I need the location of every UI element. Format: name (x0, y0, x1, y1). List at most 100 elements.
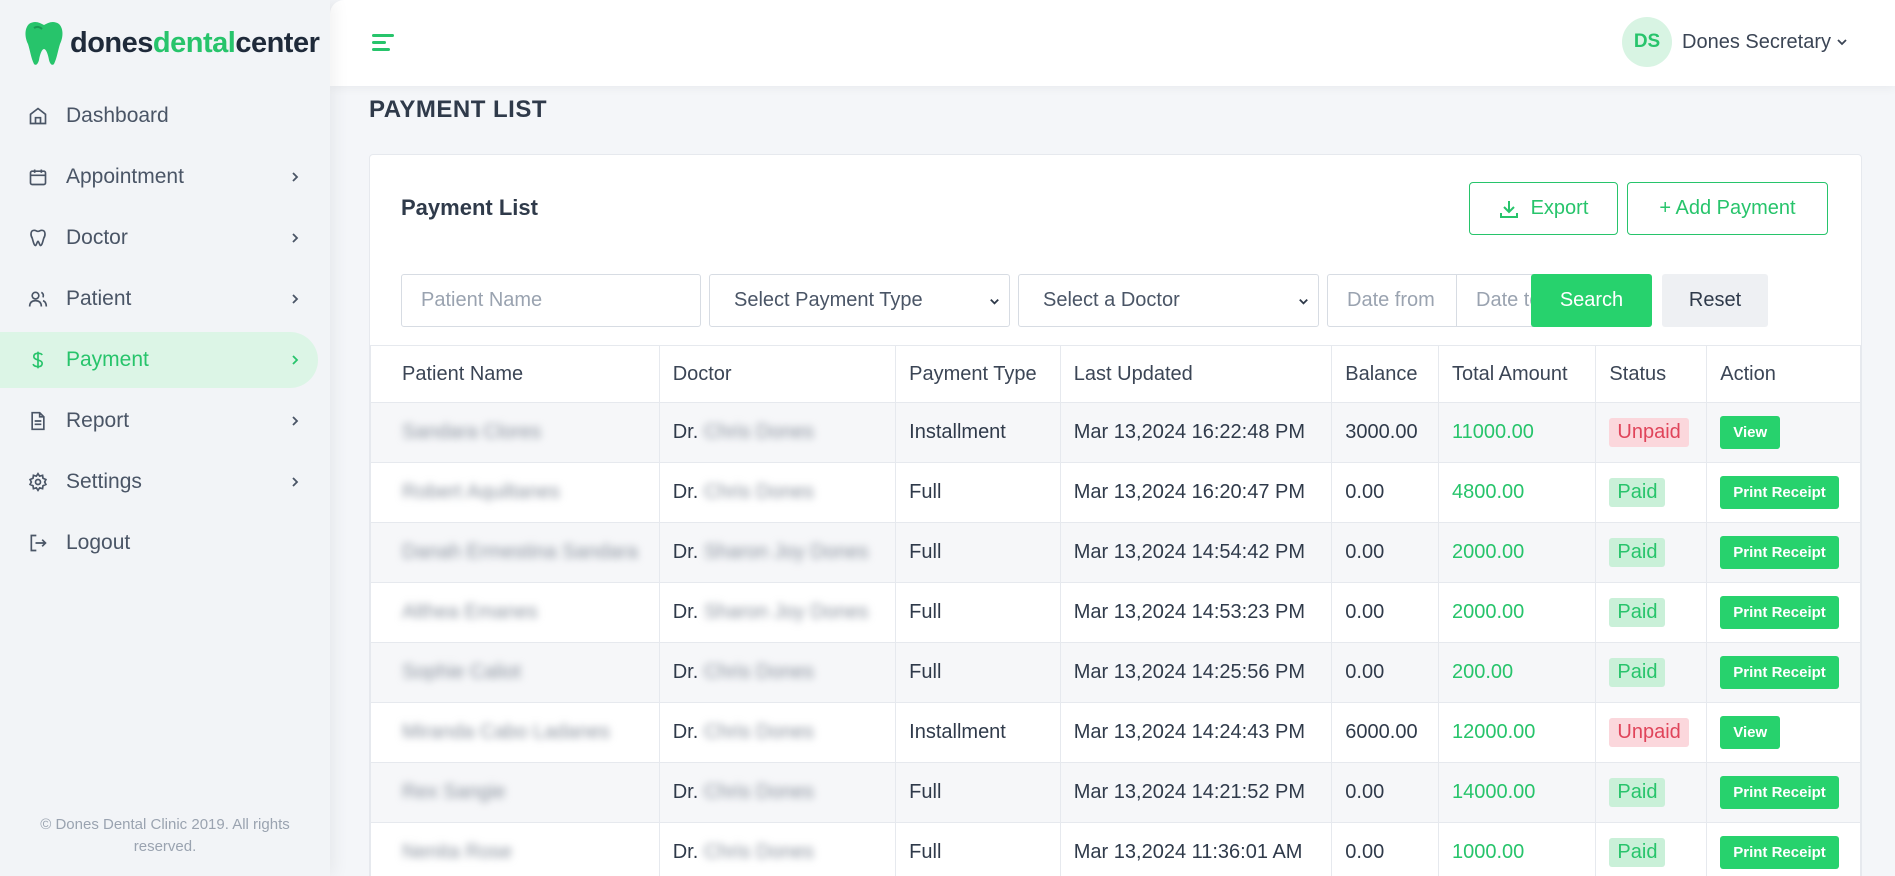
user-name: Dones Secretary (1682, 30, 1831, 53)
cell-doctor: Dr. Chris Dones (658, 702, 897, 763)
print-receipt-button[interactable]: Print Receipt (1720, 656, 1839, 689)
sidebar-nav: Dashboard Appointment Doctor Patient Pay… (0, 88, 330, 576)
cell-patient: Sandara Clores (370, 402, 660, 463)
doctor-prefix: Dr. (672, 661, 699, 683)
print-receipt-button[interactable]: Print Receipt (1720, 836, 1839, 869)
patient-name: Rex Sangie (402, 781, 506, 803)
date-from-input[interactable]: Date from (1327, 274, 1457, 327)
chevron-right-icon (292, 416, 299, 426)
print-receipt-button[interactable]: Print Receipt (1720, 776, 1839, 809)
cell-doctor: Dr. Sharon Joy Dones (658, 522, 897, 583)
view-button[interactable]: View (1720, 716, 1781, 749)
tooth-logo-icon (25, 22, 63, 65)
chevron-right-icon (292, 477, 299, 487)
cell-doctor: Dr. Chris Dones (658, 762, 897, 823)
cell-action: View (1706, 402, 1861, 463)
doctor-name: Chris Dones (703, 481, 814, 503)
sidebar-item-report[interactable]: Report (0, 393, 330, 449)
patient-name: Miranda Cabo Ladanes (402, 721, 610, 743)
cell-last-updated: Mar 13,2024 14:21:52 PM (1059, 762, 1333, 823)
status-badge: Paid (1609, 478, 1666, 507)
sidebar-item-patient[interactable]: Patient (0, 271, 330, 327)
gear-icon (28, 472, 48, 492)
user-menu[interactable]: DS Dones Secretary (1622, 16, 1849, 68)
doctor-name: Chris Dones (703, 781, 814, 803)
cell-balance: 0.00 (1331, 642, 1439, 703)
download-icon (1499, 200, 1518, 218)
avatar: DS (1622, 17, 1673, 67)
cell-payment-type: Full (895, 522, 1061, 583)
view-button[interactable]: View (1720, 416, 1781, 449)
cell-patient: Robert Aquiltanes (370, 462, 660, 523)
doctor-prefix: Dr. (672, 601, 699, 623)
status-badge: Paid (1609, 658, 1666, 687)
cell-payment-type: Full (895, 822, 1061, 876)
sidebar-item-dashboard[interactable]: Dashboard (0, 88, 330, 144)
cell-last-updated: Mar 13,2024 14:53:23 PM (1059, 582, 1333, 643)
chevron-down-icon (1837, 39, 1847, 46)
cell-balance: 0.00 (1331, 522, 1439, 583)
cell-balance: 6000.00 (1331, 702, 1439, 763)
menu-toggle-icon[interactable] (372, 34, 394, 52)
cell-last-updated: Mar 13,2024 14:24:43 PM (1059, 702, 1333, 763)
col-header-patient: Patient Name (370, 345, 660, 403)
cell-balance: 3000.00 (1331, 402, 1439, 463)
cell-status: Paid (1595, 522, 1708, 583)
sidebar-item-payment[interactable]: Payment (0, 332, 318, 388)
users-icon (28, 289, 48, 309)
col-header-action: Action (1706, 345, 1861, 403)
logout-icon (28, 533, 48, 553)
cell-balance: 0.00 (1331, 822, 1439, 876)
patient-name: Althea Emanes (402, 601, 538, 623)
cell-doctor: Dr. Chris Dones (658, 642, 897, 703)
cell-total: 4800.00 (1437, 462, 1597, 523)
sidebar-item-settings[interactable]: Settings (0, 454, 330, 510)
table-header-row: Patient Name Doctor Payment Type Last Up… (370, 345, 1861, 403)
patient-name: Danah Ermestina Sandara (402, 541, 638, 563)
chevron-right-icon (292, 294, 299, 304)
brand-text-3: center (235, 26, 320, 59)
patient-name-input[interactable]: Patient Name (401, 274, 701, 327)
cell-payment-type: Installment (895, 702, 1061, 763)
cell-action: Print Receipt (1706, 462, 1861, 523)
cell-last-updated: Mar 13,2024 11:36:01 AM (1059, 822, 1333, 876)
top-header: DS Dones Secretary (330, 0, 1895, 86)
cell-action: Print Receipt (1706, 762, 1861, 823)
status-badge: Unpaid (1609, 418, 1689, 447)
table-row: Althea Emanes Dr. Sharon Joy Dones Full Mar… (370, 582, 1861, 643)
cell-payment-type: Full (895, 762, 1061, 823)
cell-total: 200.00 (1437, 642, 1597, 703)
reset-button[interactable]: Reset (1662, 274, 1768, 327)
sidebar-item-doctor[interactable]: Doctor (0, 210, 330, 266)
cell-total: 2000.00 (1437, 522, 1597, 583)
sidebar-item-appointment[interactable]: Appointment (0, 149, 330, 205)
tooth-icon (28, 228, 48, 248)
print-receipt-button[interactable]: Print Receipt (1720, 476, 1839, 509)
sidebar-item-label: Report (66, 409, 130, 432)
cell-total: 11000.00 (1437, 402, 1597, 463)
print-receipt-button[interactable]: Print Receipt (1720, 596, 1839, 629)
table-row: Sandara Clores Dr. Chris Dones Installment… (370, 402, 1861, 463)
sidebar-item-logout[interactable]: Logout (0, 515, 330, 571)
sidebar-item-label: Logout (66, 531, 131, 554)
chevron-right-icon (292, 233, 299, 243)
brand-logo[interactable]: donesdentalcenter (24, 18, 320, 68)
cell-total: 14000.00 (1437, 762, 1597, 823)
payment-type-select[interactable]: Select Payment Type (709, 274, 1010, 327)
doctor-prefix: Dr. (672, 781, 699, 803)
cell-action: Print Receipt (1706, 522, 1861, 583)
export-button[interactable]: Export (1469, 182, 1618, 235)
table-row: Robert Aquiltanes Dr. Chris Dones Full Mar … (370, 462, 1861, 523)
table-row: Miranda Cabo Ladanes Dr. Chris Dones Insta… (370, 702, 1861, 763)
print-receipt-button[interactable]: Print Receipt (1720, 536, 1839, 569)
doctor-prefix: Dr. (672, 721, 699, 743)
search-button[interactable]: Search (1531, 274, 1652, 327)
doctor-select[interactable]: Select a Doctor (1018, 274, 1319, 327)
sidebar-item-label: Doctor (66, 226, 128, 249)
cell-status: Unpaid (1595, 402, 1708, 463)
add-payment-button[interactable]: + Add Payment (1627, 182, 1828, 235)
table-row: Danah Ermestina Sandara Dr. Sharon Joy Do… (370, 522, 1861, 583)
patient-name: Nenita Rose (402, 841, 513, 863)
cell-payment-type: Full (895, 462, 1061, 523)
payment-list-card: Payment List Export + Add Payment Patien… (369, 154, 1862, 876)
